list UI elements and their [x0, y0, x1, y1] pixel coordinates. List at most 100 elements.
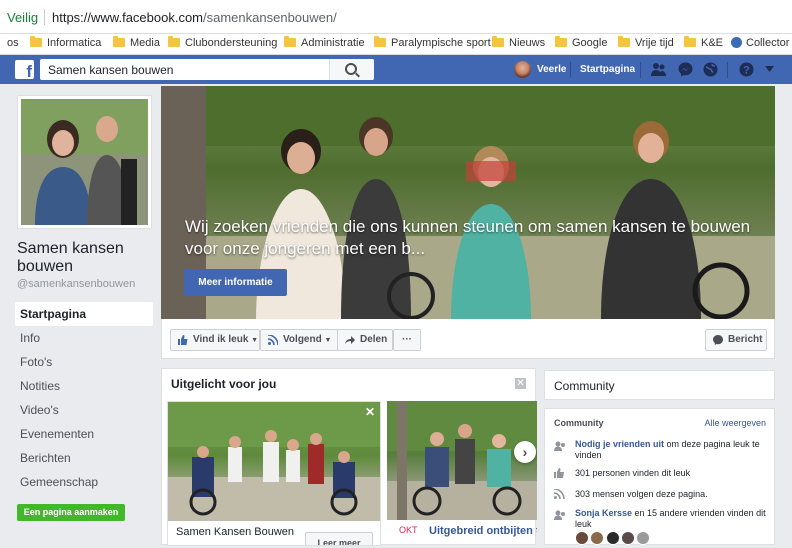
help-icon[interactable]: ? — [739, 62, 754, 77]
friend-name-link[interactable]: Sonja Kersse — [575, 508, 632, 518]
account-menu-chevron-down-icon[interactable] — [765, 66, 774, 73]
search-box[interactable] — [40, 59, 374, 80]
folder-icon — [618, 36, 630, 47]
nav-item-gemeenschap[interactable]: Gemeenschap — [15, 470, 153, 494]
collector-icon — [731, 37, 742, 48]
folder-icon — [684, 36, 696, 47]
address-bar[interactable]: Veilig https://www.facebook.com/samenkan… — [0, 0, 792, 34]
nav-item-notities[interactable]: Notities — [15, 374, 153, 398]
message-button[interactable]: Bericht — [705, 329, 767, 351]
learn-more-button[interactable]: Leer meer — [305, 532, 373, 545]
like-label: Vind ik leuk — [193, 334, 249, 345]
cover-caption-line-2: voor onze jongeren met een b... — [185, 239, 426, 258]
avatar[interactable] — [636, 531, 651, 545]
featured-card-title: Samen Kansen Bouwen — [176, 526, 295, 538]
follow-button[interactable]: Volgend ▼ — [260, 329, 338, 351]
event-title[interactable]: Uitgebreid ontbijten t — [429, 525, 537, 537]
page-handle[interactable]: @samenkansenbouwen — [17, 278, 135, 290]
bookmark-informatica[interactable]: Informatica — [30, 36, 102, 49]
nav-item-info[interactable]: Info — [15, 326, 153, 350]
messenger-icon[interactable] — [678, 62, 693, 77]
bookmark-collector[interactable]: Collector — [731, 37, 789, 49]
friends-icon — [554, 510, 565, 520]
community-box: Community Alle weergeven Nodig je vriend… — [544, 408, 775, 545]
nav-divider — [727, 62, 728, 78]
folder-icon — [555, 36, 567, 47]
close-icon[interactable]: ✕ — [365, 405, 375, 419]
bookmark-google[interactable]: Google — [555, 36, 607, 49]
share-button[interactable]: Delen — [337, 329, 393, 351]
like-button[interactable]: Vind ik leuk ▼ — [170, 329, 260, 351]
avatar[interactable] — [514, 61, 531, 78]
bookmark-label: Collector — [746, 37, 790, 49]
friends-icon[interactable] — [651, 62, 666, 77]
url-path: /samenkansenbouwen/ — [203, 10, 337, 25]
search-button[interactable] — [329, 59, 374, 80]
bookmark-clubondersteuning[interactable]: Clubondersteuning — [168, 36, 277, 49]
see-all-link[interactable]: Alle weergeven — [704, 418, 766, 428]
invite-friends-link[interactable]: Nodig je vrienden uit — [575, 439, 664, 449]
rss-follow-icon — [554, 489, 565, 499]
avatar[interactable] — [575, 531, 589, 545]
avatar[interactable] — [590, 531, 605, 545]
profile-photo — [21, 99, 148, 225]
thumbs-up-icon — [554, 468, 564, 478]
profile-picture[interactable] — [17, 95, 152, 229]
home-link[interactable]: Startpagina — [580, 55, 635, 84]
svg-text:?: ? — [743, 65, 750, 77]
featured-title: Uitgelicht voor jou — [171, 377, 277, 391]
more-info-button[interactable]: Meer informatie — [184, 269, 287, 296]
bookmark-label: Informatica — [47, 37, 102, 49]
cover-photo[interactable]: Wij zoeken vrienden die ons kunnen steun… — [161, 86, 775, 319]
friends-like-row: Sonja Kersse en 15 andere vrienden vinde… — [575, 508, 771, 530]
follow-label: Volgend — [283, 334, 322, 345]
event-card[interactable]: › OKT Uitgebreid ontbijten t — [387, 401, 537, 546]
cover-caption: Wij zoeken vrienden die ons kunnen steun… — [185, 216, 755, 260]
bookmark-os[interactable]: os — [7, 37, 19, 49]
cover-caption-line-1: Wij zoeken vrienden die ons kunnen steun… — [185, 217, 751, 236]
notifications-globe-icon[interactable] — [703, 62, 718, 77]
profile-link[interactable]: Veerle — [537, 55, 566, 84]
bookmark-k-e[interactable]: K&E — [684, 36, 723, 49]
create-page-button[interactable]: Een pagina aanmaken — [17, 504, 125, 521]
avatar[interactable] — [621, 531, 636, 545]
more-options-button[interactable]: ··· — [393, 329, 421, 351]
facebook-topbar: f Veerle Startpagina ? — [0, 55, 792, 84]
event-month: OKT — [399, 525, 418, 535]
nav-item-evenementen[interactable]: Evenementen — [15, 422, 153, 446]
avatar[interactable] — [605, 531, 620, 545]
featured-card[interactable]: ✕ Samen Kansen Bouwen Leer meer — [167, 401, 381, 546]
folder-icon — [30, 36, 42, 47]
folder-icon — [113, 36, 125, 47]
share-label: Delen — [360, 334, 388, 345]
address-divider — [44, 9, 45, 25]
bookmark-label: os — [7, 37, 19, 49]
nav-item-startpagina[interactable]: Startpagina — [15, 302, 153, 326]
nav-item-foto-s[interactable]: Foto's — [15, 350, 153, 374]
chevron-down-icon: ▼ — [251, 337, 259, 344]
nav-item-berichten[interactable]: Berichten — [15, 446, 153, 470]
secure-label: Veilig — [7, 10, 39, 25]
nav-item-video-s[interactable]: Video's — [15, 398, 153, 422]
bookmark-paralympische-sport[interactable]: Paralympische sport — [374, 36, 491, 49]
share-arrow-icon — [345, 336, 355, 344]
bookmark-administratie[interactable]: Administratie — [284, 36, 365, 49]
folder-icon — [284, 36, 296, 47]
close-icon[interactable]: ✕ — [515, 378, 526, 389]
carousel-next-chevron-right-icon[interactable]: › — [514, 441, 536, 463]
folder-icon — [374, 36, 386, 47]
url-text[interactable]: https://www.facebook.com/samenkansenbouw… — [52, 10, 337, 25]
bookmark-nieuws[interactable]: Nieuws — [492, 36, 546, 49]
facebook-logo-icon[interactable]: f — [15, 60, 34, 81]
invite-row: Nodig je vrienden uit om deze pagina leu… — [575, 439, 771, 461]
bookmark-label: Nieuws — [509, 37, 546, 49]
featured-card-image — [168, 402, 380, 521]
event-card-image — [387, 401, 537, 520]
likes-count: 301 personen vinden dit leuk — [575, 468, 691, 478]
chevron-down-icon: ▼ — [324, 337, 332, 344]
bookmark-vrije-tijd[interactable]: Vrije tijd — [618, 36, 674, 49]
search-input[interactable] — [46, 62, 340, 78]
friend-avatars[interactable] — [575, 531, 651, 548]
nav-divider — [570, 62, 571, 78]
bookmark-media[interactable]: Media — [113, 36, 160, 49]
